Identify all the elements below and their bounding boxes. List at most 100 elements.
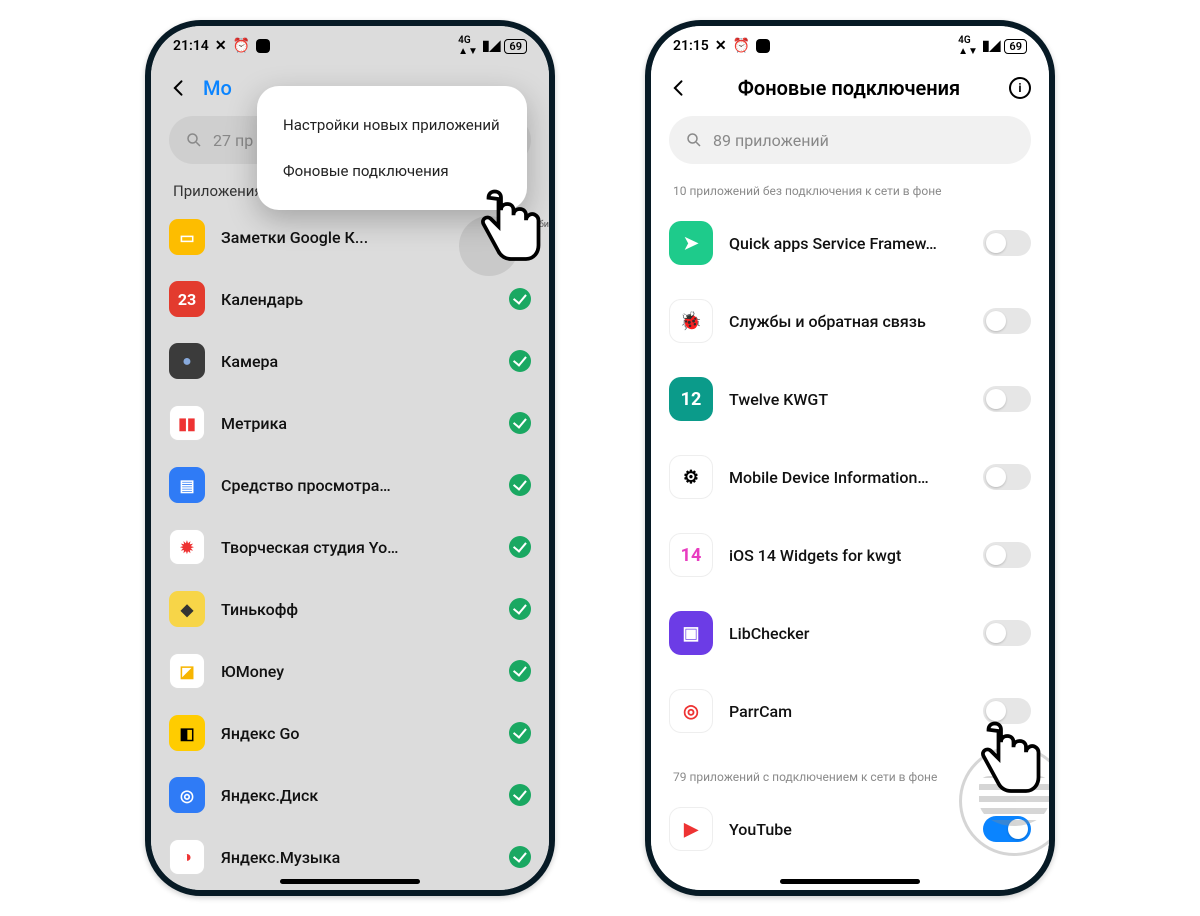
toggle-switch[interactable] <box>983 308 1031 334</box>
app-name: ЮMoney <box>221 662 493 681</box>
app-icon: ◎ <box>169 777 205 813</box>
app-icon: ◪ <box>169 653 205 689</box>
app-name: Яндекс.Диск <box>221 786 493 805</box>
app-name: YouTube <box>729 820 967 839</box>
rect-icon <box>756 39 770 53</box>
menu-item-new-apps[interactable]: Настройки новых приложений <box>257 102 527 148</box>
rect-icon <box>256 39 270 53</box>
app-icon: ▤ <box>169 467 205 503</box>
app-icon: 14 <box>669 533 713 577</box>
status-bar: 21:14 ✕ ⏰ 4G▲▼ ▮◢ 69 <box>151 26 549 60</box>
app-name: iOS 14 Widgets for kwgt <box>729 546 967 565</box>
toggle-switch[interactable] <box>983 386 1031 412</box>
app-row[interactable]: ◪ ЮMoney <box>169 640 531 702</box>
status-time: 21:15 <box>673 38 709 54</box>
overflow-menu: Настройки новых приложений Фоновые подкл… <box>257 86 527 210</box>
app-name: Календарь <box>221 290 493 309</box>
app-icon: ◆ <box>169 591 205 627</box>
app-row[interactable]: 12 Twelve KWGT <box>669 360 1031 438</box>
app-row[interactable]: ◧ Яндекс Go <box>169 702 531 764</box>
app-row[interactable]: ⚙ Mobile Device Information… <box>669 438 1031 516</box>
app-list: ▭ Заметки Google К... 23 Календарь ● Кам… <box>151 206 549 890</box>
app-icon: ▣ <box>669 611 713 655</box>
app-name: LibChecker <box>729 624 967 643</box>
header-bar: Фоновые подключения i <box>651 60 1049 116</box>
check-icon <box>509 598 531 620</box>
dnd-icon: ✕ <box>715 38 727 54</box>
search-icon <box>185 131 203 149</box>
app-icon: ▶ <box>669 807 713 851</box>
app-row[interactable]: ◆ Тинькофф <box>169 578 531 640</box>
alarm-icon: ⏰ <box>733 38 750 54</box>
app-icon: ◎ <box>669 689 713 733</box>
cell-icon: ▮◢ <box>982 38 1000 54</box>
toggle-switch[interactable] <box>983 698 1031 724</box>
app-icon: ⚙ <box>669 455 713 499</box>
check-icon <box>509 660 531 682</box>
battery-icon: 69 <box>504 39 527 54</box>
app-name: Метрика <box>221 414 493 433</box>
app-row[interactable]: ◎ ParrCam <box>669 672 1031 750</box>
check-icon <box>509 474 531 496</box>
app-icon: ● <box>169 343 205 379</box>
status-bar: 21:15 ✕ ⏰ 4G▲▼ ▮◢ 69 <box>651 26 1049 60</box>
phone-left: 21:14 ✕ ⏰ 4G▲▼ ▮◢ 69 Мо 27 пр Приложения… <box>145 20 555 896</box>
app-icon: ▭ <box>169 219 205 255</box>
toggle-switch[interactable] <box>983 464 1031 490</box>
menu-item-background-conn[interactable]: Фоновые подключения <box>257 148 527 194</box>
app-name: Тинькофф <box>221 600 493 619</box>
alarm-icon: ⏰ <box>233 38 250 54</box>
dnd-icon: ✕ <box>215 38 227 54</box>
battery-icon: 69 <box>1004 39 1027 54</box>
apps-off-list: ➤ Quick apps Service Framew… 🐞 Службы и … <box>651 204 1049 760</box>
toggle-switch[interactable] <box>983 542 1031 568</box>
app-icon: ✹ <box>169 529 205 565</box>
toggle-switch[interactable] <box>983 620 1031 646</box>
signal-icon: 4G▲▼ <box>458 35 478 57</box>
app-name: Mobile Device Information… <box>729 468 967 487</box>
app-icon: 23 <box>169 281 205 317</box>
app-row[interactable]: ◎ Яндекс.Диск <box>169 764 531 826</box>
search-icon <box>685 131 703 149</box>
check-icon <box>509 288 531 310</box>
home-indicator[interactable] <box>280 879 420 884</box>
app-row[interactable]: ➤ Quick apps Service Framew… <box>669 204 1031 282</box>
app-row[interactable]: 14 iOS 14 Widgets for kwgt <box>669 516 1031 594</box>
back-button[interactable] <box>669 78 689 98</box>
check-icon <box>509 412 531 434</box>
home-indicator[interactable] <box>780 879 920 884</box>
app-icon: 🐞 <box>669 299 713 343</box>
app-name: Заметки Google К... <box>221 228 493 247</box>
app-icon: ➤ <box>669 221 713 265</box>
app-row[interactable]: 23 Календарь <box>169 268 531 330</box>
app-row[interactable]: 🐞 Службы и обратная связь <box>669 282 1031 360</box>
check-icon <box>509 536 531 558</box>
app-name: Средство просмотра… <box>221 476 493 495</box>
info-button[interactable]: i <box>1009 77 1031 99</box>
app-icon: ◑ <box>169 839 205 875</box>
search-placeholder: 89 приложений <box>713 131 829 150</box>
app-icon: ▮▮ <box>169 405 205 441</box>
cell-icon: ▮◢ <box>482 38 500 54</box>
check-icon <box>509 350 531 372</box>
check-icon <box>509 784 531 806</box>
search-text: 27 пр <box>213 131 253 150</box>
search-bar[interactable]: 89 приложений <box>669 116 1031 164</box>
assistant-bubble[interactable]: Моби <box>459 216 519 276</box>
app-row[interactable]: ▣ LibChecker <box>669 594 1031 672</box>
app-name: Quick apps Service Framew… <box>729 234 967 253</box>
signal-icon: 4G▲▼ <box>958 35 978 57</box>
app-icon: ◧ <box>169 715 205 751</box>
app-name: Яндекс Go <box>221 724 493 743</box>
check-icon <box>509 722 531 744</box>
app-row[interactable]: ▮▮ Метрика <box>169 392 531 454</box>
app-row[interactable]: ▤ Средство просмотра… <box>169 454 531 516</box>
phone-right: 21:15 ✕ ⏰ 4G▲▼ ▮◢ 69 Фоновые подключения… <box>645 20 1055 896</box>
app-row[interactable]: ● Камера <box>169 330 531 392</box>
back-button[interactable] <box>169 78 189 98</box>
app-name: Twelve KWGT <box>729 390 967 409</box>
app-row[interactable]: ✹ Творческая студия Yo… <box>169 516 531 578</box>
toggle-switch[interactable] <box>983 230 1031 256</box>
check-icon <box>509 846 531 868</box>
page-title: Фоновые подключения <box>703 76 995 100</box>
